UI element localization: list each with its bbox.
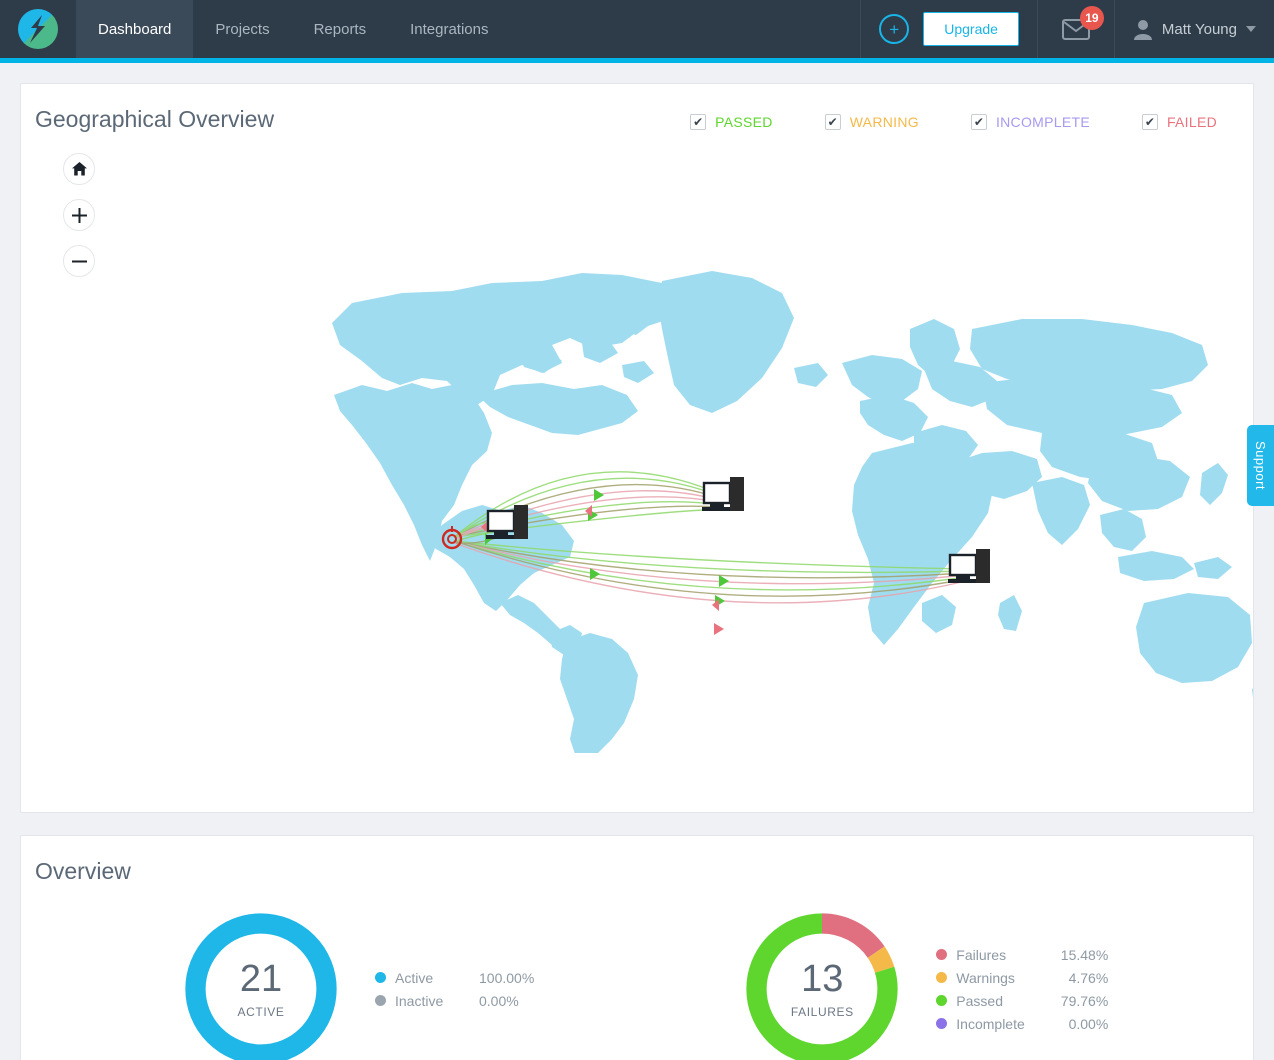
legend-value-passed: 79.76% — [1060, 992, 1109, 1009]
failures-donut-center: 13 FAILURES — [744, 911, 900, 1060]
legend-label-inactive: Inactive — [395, 992, 444, 1009]
active-donut-center: 21 ACTIVE — [183, 911, 339, 1060]
nav-link-reports[interactable]: Reports — [292, 0, 389, 58]
support-tab[interactable]: Support — [1247, 425, 1274, 507]
active-donut-value: 21 — [239, 957, 283, 1000]
legend-label-failures: Failures — [956, 946, 1007, 963]
checkbox-passed[interactable]: ✔ — [690, 114, 707, 130]
landmasses — [332, 271, 1253, 753]
active-donut-label: ACTIVE — [237, 1004, 285, 1019]
status-filter-legend: ✔ PASSED ✔ WARNING ✔ INCOMPLETE ✔ FAILED — [690, 84, 1217, 130]
map-zoom-out-button[interactable] — [63, 245, 95, 277]
messages-button[interactable]: 19 — [1056, 5, 1104, 40]
filter-warning[interactable]: ✔ WARNING — [824, 114, 919, 130]
minus-icon — [71, 260, 87, 262]
legend-label-passed: Passed — [956, 992, 1003, 1009]
map-card-header: Geographical Overview ✔ PASSED ✔ WARNING… — [21, 84, 1253, 133]
active-donut-chart[interactable]: 21 ACTIVE — [183, 911, 339, 1060]
user-menu[interactable]: Matt Young — [1113, 0, 1274, 58]
overview-card-title: Overview — [35, 858, 131, 884]
filter-failed-label: FAILED — [1166, 114, 1217, 130]
geographical-overview-card: Geographical Overview ✔ PASSED ✔ WARNING… — [20, 83, 1254, 813]
map-controls — [63, 153, 95, 291]
donut-charts-row: 21 ACTIVE Active 100.00% Inactive 0.00% — [21, 885, 1253, 1060]
upgrade-button[interactable]: Upgrade — [923, 12, 1019, 46]
legend-value-incomplete: 0.00% — [1068, 1015, 1109, 1032]
legend-item-warnings: Warnings 4.76% — [936, 970, 1108, 986]
legend-dot-active — [375, 972, 386, 983]
checkbox-warning[interactable]: ✔ — [824, 114, 841, 130]
legend-item-failures: Failures 15.48% — [936, 947, 1108, 963]
checkbox-incomplete[interactable]: ✔ — [970, 114, 987, 130]
failures-donut-label: FAILURES — [790, 1004, 854, 1019]
legend-dot-inactive — [375, 995, 386, 1006]
legend-item-active: Active 100.00% — [375, 970, 534, 986]
node-computer-asia[interactable] — [948, 549, 990, 583]
map-card-title: Geographical Overview — [35, 106, 275, 132]
legend-value-active: 100.00% — [479, 969, 535, 986]
legend-label-incomplete: Incomplete — [956, 1015, 1025, 1032]
messages-badge: 19 — [1079, 5, 1104, 30]
messages-group: 19 — [1036, 0, 1114, 58]
primary-nav-links: Dashboard Projects Reports Integrations — [76, 0, 511, 58]
lightning-bolt-icon — [30, 15, 45, 43]
legend-value-failures: 15.48% — [1060, 946, 1109, 963]
user-name-label: Matt Young — [1161, 20, 1237, 38]
top-navigation-bar: Dashboard Projects Reports Integrations … — [0, 0, 1274, 58]
legend-label-warnings: Warnings — [956, 969, 1015, 986]
legend-value-warnings: 4.76% — [1068, 969, 1109, 986]
map-zoom-in-button[interactable] — [63, 199, 95, 231]
failures-donut-value: 13 — [801, 957, 844, 1000]
legend-value-inactive: 0.00% — [479, 992, 519, 1009]
home-icon — [71, 162, 87, 176]
active-donut-block: 21 ACTIVE Active 100.00% Inactive 0.00% — [183, 911, 534, 1060]
nav-link-dashboard[interactable]: Dashboard — [76, 0, 194, 58]
legend-dot-failures — [936, 949, 948, 960]
page-content: Geographical Overview ✔ PASSED ✔ WARNING… — [0, 63, 1274, 1060]
nav-link-integrations[interactable]: Integrations — [388, 0, 510, 58]
active-donut-legend: Active 100.00% Inactive 0.00% — [375, 963, 534, 1016]
chevron-down-icon — [1246, 26, 1256, 32]
failures-donut-block: 13 FAILURES Failures 15.48% Warnings 4.7… — [744, 911, 1108, 1060]
filter-incomplete-label: INCOMPLETE — [995, 114, 1090, 130]
plus-icon — [71, 207, 87, 223]
add-button[interactable]: + — [879, 14, 910, 44]
failures-donut-legend: Failures 15.48% Warnings 4.76% Passed 79… — [936, 940, 1108, 1039]
legend-dot-warnings — [936, 972, 948, 983]
filter-passed-label: PASSED — [715, 114, 773, 130]
avatar-icon — [1133, 19, 1152, 40]
overview-card: Overview 21 ACTIVE Active 100.00% Inacti… — [20, 835, 1254, 1060]
filter-warning-label: WARNING — [849, 114, 919, 130]
nav-link-projects[interactable]: Projects — [193, 0, 291, 58]
map-canvas — [332, 271, 1253, 753]
legend-item-passed: Passed 79.76% — [936, 993, 1108, 1009]
logo-mark — [18, 9, 58, 49]
failures-donut-chart[interactable]: 13 FAILURES — [744, 911, 900, 1060]
legend-item-inactive: Inactive 0.00% — [375, 993, 534, 1009]
legend-label-active: Active — [395, 969, 434, 986]
legend-item-incomplete: Incomplete 0.00% — [936, 1016, 1108, 1032]
filter-incomplete[interactable]: ✔ INCOMPLETE — [970, 114, 1090, 130]
nav-actions-group: + Upgrade — [860, 0, 1037, 58]
world-map[interactable] — [21, 133, 1253, 753]
legend-dot-passed — [936, 995, 948, 1006]
app-logo[interactable] — [0, 0, 76, 58]
map-home-button[interactable] — [63, 153, 95, 185]
legend-dot-incomplete — [936, 1018, 948, 1029]
filter-passed[interactable]: ✔ PASSED — [690, 114, 773, 130]
checkbox-failed[interactable]: ✔ — [1141, 114, 1158, 130]
filter-failed[interactable]: ✔ FAILED — [1141, 114, 1217, 130]
